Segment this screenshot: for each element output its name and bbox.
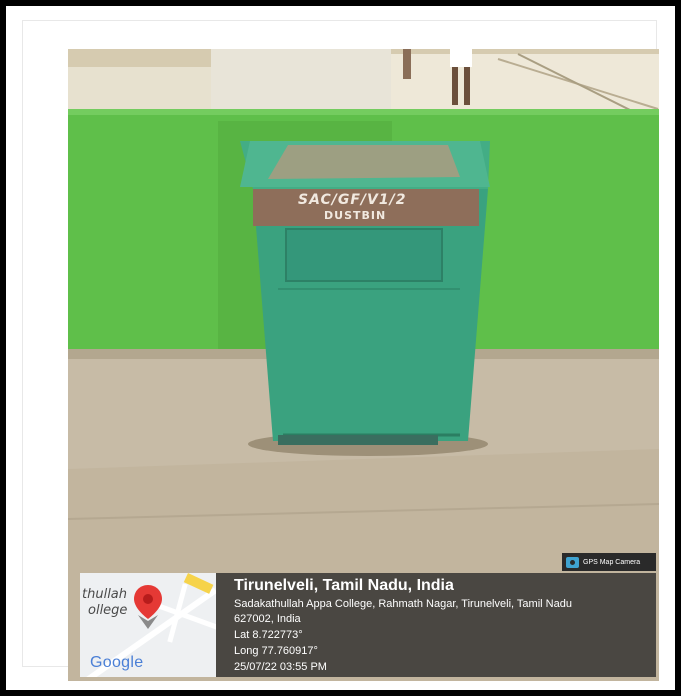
bin-label-code: SAC/GF/V1/2 xyxy=(298,192,407,208)
timestamp: 25/07/22 03:55 PM xyxy=(234,661,327,673)
map-place-fragment-1: thullah xyxy=(82,587,128,602)
google-logo: Google xyxy=(90,654,144,671)
badge-label: GPS Map Camera xyxy=(583,558,641,566)
gps-camera-badge: GPS Map Camera xyxy=(562,553,656,571)
latitude: Lat 8.722773° xyxy=(234,629,303,641)
location-title: Tirunelveli, Tamil Nadu, India xyxy=(234,577,454,594)
longitude: Long 77.760917° xyxy=(234,645,318,657)
bin-label-text: DUSTBIN xyxy=(324,209,387,222)
map-place-fragment-2: ollege xyxy=(88,603,128,618)
address-line-1: Sadakathullah Appa College, Rahmath Naga… xyxy=(234,598,572,610)
map-pin-icon xyxy=(134,585,162,629)
address-line-2: 627002, India xyxy=(234,613,301,625)
camera-icon xyxy=(566,556,579,568)
